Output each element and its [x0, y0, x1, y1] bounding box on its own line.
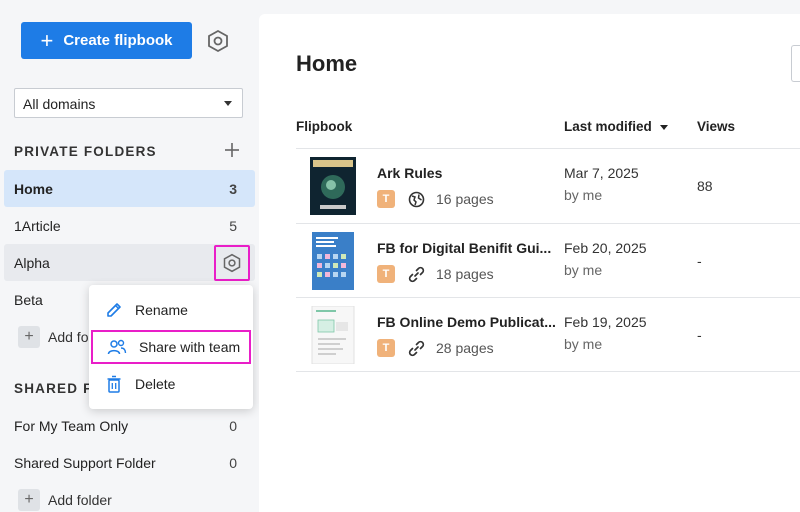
- flipbook-thumbnail[interactable]: [310, 157, 356, 215]
- people-icon: [107, 339, 127, 355]
- folder-for-my-team-only[interactable]: For My Team Only 0: [4, 407, 255, 444]
- type-badge: T: [377, 265, 395, 283]
- modified-date: Feb 19, 2025: [564, 314, 647, 330]
- view-count: -: [697, 327, 702, 343]
- link-icon: [408, 340, 425, 357]
- folder-count: 0: [229, 418, 237, 434]
- create-flipbook-button[interactable]: + Create flipbook: [21, 22, 192, 59]
- menu-item-label: Rename: [135, 302, 188, 318]
- folder-label: Beta: [14, 292, 43, 308]
- chevron-down-icon: [224, 101, 232, 106]
- page-title: Home: [296, 51, 358, 76]
- menu-item-delete[interactable]: Delete: [89, 367, 253, 401]
- add-shared-folder-button[interactable]: + Add folder: [18, 489, 112, 511]
- folder-count: 5: [229, 218, 237, 234]
- main-panel: Home Flipbook Last modified Views Ark Ru…: [259, 14, 800, 512]
- folder-count: 0: [229, 455, 237, 471]
- flipbook-title[interactable]: FB for Digital Benifit Gui...: [377, 240, 551, 256]
- sidebar: + Create flipbook All domains PRIVATE FO…: [0, 0, 258, 512]
- folder-label: Alpha: [14, 255, 50, 271]
- flipbook-title[interactable]: FB Online Demo Publicat...: [377, 314, 556, 330]
- folder-context-menu: Rename Share with team Delete: [89, 285, 253, 409]
- column-header-last-modified[interactable]: Last modified: [564, 119, 668, 134]
- page-count: 18 pages: [436, 266, 494, 282]
- table-row[interactable]: FB for Digital Benifit Gui... T 18 pages…: [296, 224, 800, 298]
- add-folder-label: Add folder: [48, 492, 112, 508]
- menu-item-label: Delete: [135, 376, 176, 392]
- folder-label: For My Team Only: [14, 418, 129, 434]
- table-row[interactable]: Ark Rules T 16 pages Mar 7, 2025 by me 8…: [296, 149, 800, 223]
- column-header-views[interactable]: Views: [697, 119, 735, 134]
- page-count: 28 pages: [436, 340, 494, 356]
- domain-select-value: All domains: [23, 96, 96, 112]
- view-count: 88: [697, 178, 713, 194]
- plus-icon: +: [18, 489, 40, 511]
- folder-home[interactable]: Home 3: [4, 170, 255, 207]
- search-input[interactable]: [791, 45, 800, 82]
- folder-1article[interactable]: 1Article 5: [4, 207, 255, 244]
- settings-hex-icon[interactable]: [206, 29, 230, 53]
- divider: [296, 371, 800, 372]
- modified-date: Mar 7, 2025: [564, 165, 639, 181]
- private-folders-title: PRIVATE FOLDERS: [14, 144, 157, 159]
- add-folder-label: Add fol: [48, 329, 92, 345]
- modified-by: by me: [564, 187, 603, 203]
- view-count: -: [697, 253, 702, 269]
- page-count: 16 pages: [436, 191, 494, 207]
- modified-by: by me: [564, 336, 603, 352]
- sort-caret-icon: [659, 124, 668, 130]
- folder-count: 3: [229, 181, 237, 197]
- folder-label: Shared Support Folder: [14, 455, 156, 471]
- flipbook-title[interactable]: Ark Rules: [377, 165, 442, 181]
- menu-item-label: Share with team: [139, 339, 241, 355]
- type-badge: T: [377, 190, 395, 208]
- add-private-folder-button[interactable]: + Add fol: [18, 326, 92, 348]
- menu-item-rename[interactable]: Rename: [89, 293, 253, 327]
- flipbook-thumbnail[interactable]: [310, 306, 356, 364]
- column-header-flipbook[interactable]: Flipbook: [296, 119, 352, 134]
- add-private-folder-icon[interactable]: [223, 141, 241, 159]
- plus-icon: +: [40, 27, 54, 53]
- column-header-label: Last modified: [564, 119, 652, 134]
- menu-item-share-with-team[interactable]: Share with team: [91, 330, 251, 364]
- modified-by: by me: [564, 262, 603, 278]
- folder-settings-button[interactable]: [214, 245, 250, 281]
- settings-hex-icon: [223, 253, 241, 273]
- create-flipbook-label: Create flipbook: [63, 32, 173, 49]
- table-row[interactable]: FB Online Demo Publicat... T 28 pages Fe…: [296, 298, 800, 372]
- folder-label: Home: [14, 181, 53, 197]
- pencil-icon: [107, 303, 121, 317]
- globe-icon: [408, 191, 425, 208]
- flipbook-thumbnail[interactable]: [310, 232, 356, 290]
- domain-select[interactable]: All domains: [14, 88, 243, 118]
- plus-icon: +: [18, 326, 40, 348]
- folder-label: 1Article: [14, 218, 61, 234]
- type-badge: T: [377, 339, 395, 357]
- link-icon: [408, 266, 425, 283]
- trash-icon: [107, 375, 121, 393]
- modified-date: Feb 20, 2025: [564, 240, 647, 256]
- folder-shared-support[interactable]: Shared Support Folder 0: [4, 444, 255, 481]
